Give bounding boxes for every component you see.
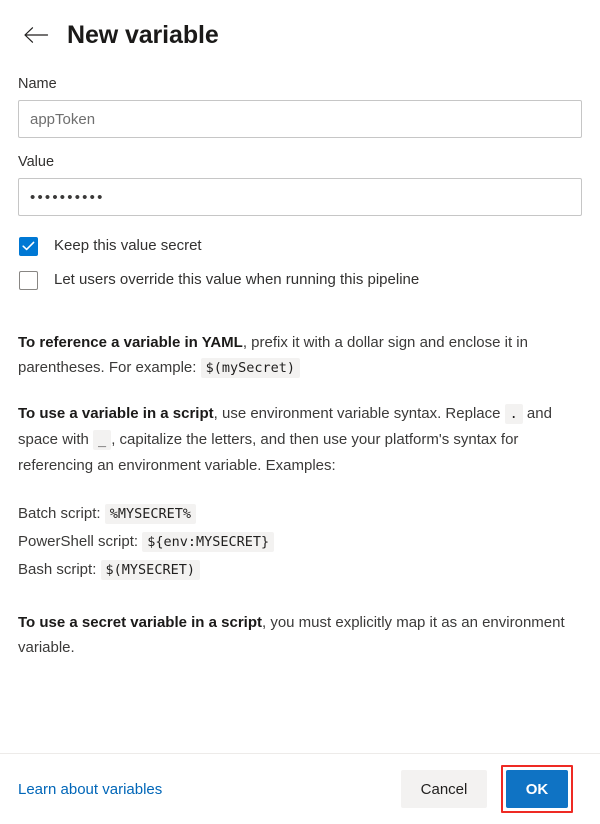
checkbox-let-users-override[interactable]: Let users override this value when runni… — [18, 262, 582, 296]
help-yaml-bold: To reference a variable in YAML — [18, 334, 243, 351]
panel-footer: Learn about variables Cancel OK — [0, 753, 600, 824]
script-examples: Batch script: %MYSECRET% PowerShell scri… — [18, 500, 582, 584]
help-secret-bold: To use a secret variable in a script — [18, 614, 262, 631]
check-icon — [22, 241, 35, 251]
new-variable-panel: New variable Name Value Keep this value … — [0, 0, 600, 824]
help-paragraph-script: To use a variable in a script, use envir… — [18, 401, 582, 478]
checkbox-let-users-override-box[interactable] — [19, 270, 38, 290]
checkbox-let-users-override-label: Let users override this value when runni… — [54, 271, 420, 288]
example-powershell-label: PowerShell script: — [18, 533, 139, 550]
example-batch: Batch script: %MYSECRET% — [18, 500, 582, 528]
example-bash: Bash script: $(MYSECRET) — [18, 556, 582, 584]
arrow-left-icon — [23, 26, 49, 44]
code-dot: . — [504, 404, 523, 424]
example-powershell: PowerShell script: ${env:MYSECRET} — [18, 528, 582, 556]
help-paragraph-secret: To use a secret variable in a script, yo… — [18, 610, 582, 660]
name-label: Name — [18, 76, 57, 92]
back-button[interactable] — [20, 19, 52, 51]
value-input[interactable] — [18, 178, 582, 216]
value-field-group: Value — [18, 152, 582, 216]
name-input[interactable] — [18, 100, 582, 138]
checkbox-keep-secret-label: Keep this value secret — [54, 237, 202, 254]
code-bash: $(MYSECRET) — [100, 560, 200, 580]
learn-about-variables-link[interactable]: Learn about variables — [18, 781, 162, 798]
panel-header: New variable — [0, 0, 600, 52]
code-yaml-example: $(mySecret) — [200, 358, 300, 378]
help-script-text-1: , use environment variable syntax. Repla… — [213, 405, 505, 422]
ok-button[interactable]: OK — [506, 770, 568, 808]
help-paragraph-yaml: To reference a variable in YAML, prefix … — [18, 330, 582, 381]
help-text: To reference a variable in YAML, prefix … — [0, 330, 600, 660]
value-label: Value — [18, 154, 55, 170]
checkbox-keep-secret[interactable]: Keep this value secret — [18, 230, 582, 262]
code-underscore: _ — [93, 430, 112, 450]
cancel-button[interactable]: Cancel — [401, 770, 487, 808]
example-batch-label: Batch script: — [18, 505, 101, 522]
checkbox-keep-secret-box[interactable] — [19, 236, 38, 256]
code-batch: %MYSECRET% — [104, 504, 196, 524]
name-field-group: Name — [18, 74, 582, 138]
example-bash-label: Bash script: — [18, 561, 97, 578]
page-title: New variable — [67, 21, 219, 49]
variable-form: Name Value Keep this value secret Let us… — [0, 74, 600, 296]
help-script-bold: To use a variable in a script — [18, 405, 214, 422]
code-powershell: ${env:MYSECRET} — [142, 532, 275, 552]
ok-button-highlight: OK — [501, 765, 573, 813]
